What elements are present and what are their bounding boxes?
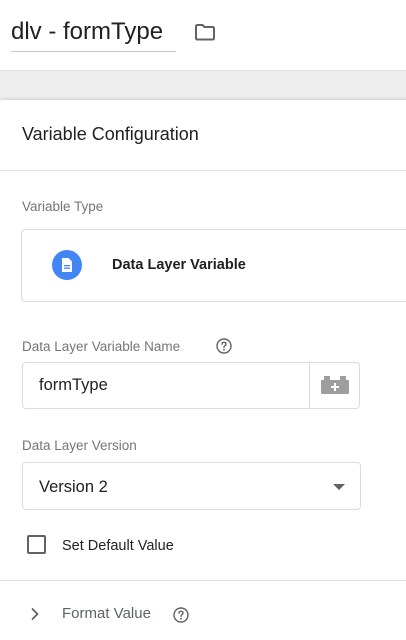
dlv-name-label: Data Layer Variable Name [22,339,181,354]
dlv-version-label: Data Layer Version [22,438,137,453]
chevron-right-icon[interactable] [30,607,40,621]
default-value-checkbox[interactable] [27,535,46,554]
header-bar: dlv - formType [0,0,406,71]
format-value-toggle[interactable]: Format Value [62,605,151,623]
variable-name-field[interactable]: dlv - formType [11,13,176,52]
document-icon [52,250,82,280]
section-divider [0,580,406,581]
variable-type-label: Variable Type [22,199,104,214]
dlv-version-value: Version 2 [39,478,108,496]
help-icon[interactable] [173,607,189,623]
folder-icon[interactable] [193,20,217,44]
page-background-band [0,71,406,101]
dlv-name-input[interactable] [22,362,309,409]
card-title: Variable Configuration [22,124,199,144]
insert-variable-button[interactable] [309,362,360,409]
help-icon[interactable] [216,338,232,354]
default-value-label[interactable]: Set Default Value [62,537,174,555]
dlv-version-select[interactable]: Version 2 [22,462,361,510]
title-divider [0,170,406,171]
variable-type-value: Data Layer Variable [112,257,246,273]
variable-brick-icon [321,376,349,394]
dropdown-arrow-icon [333,484,345,490]
